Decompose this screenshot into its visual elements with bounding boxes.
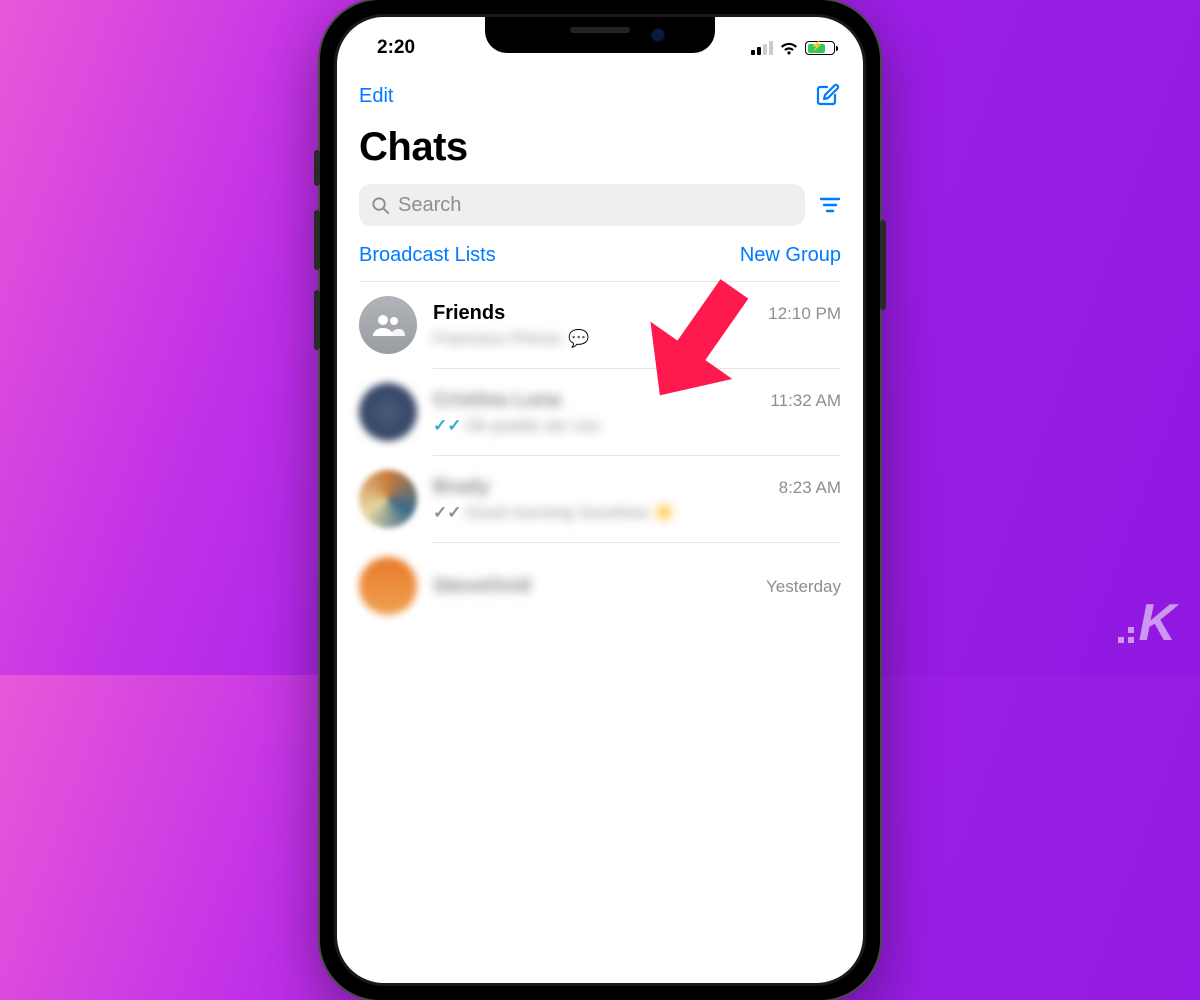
chat-preview: ✓✓Good morning Sunshine ☀️ (433, 503, 841, 523)
chat-name: Cristina Luna (433, 389, 561, 412)
chat-row[interactable]: Brady 8:23 AM ✓✓Good morning Sunshine ☀️ (359, 456, 841, 542)
watermark-logo: K (1118, 593, 1174, 653)
read-checkmarks-icon: ✓✓ (433, 416, 462, 436)
status-time: 2:20 (365, 37, 415, 59)
avatar (359, 470, 417, 528)
chat-time: 8:23 AM (779, 478, 841, 498)
search-icon (371, 196, 390, 215)
phone-screen: 2:20 Edit Chats (337, 17, 863, 983)
chat-row-friends[interactable]: Friends 12:10 PM Francisco Prince: 💬 (359, 282, 841, 368)
volume-up-button (314, 210, 320, 270)
mute-switch (314, 150, 320, 186)
search-placeholder: Search (398, 194, 461, 217)
chat-row[interactable]: Cristina Luna 11:32 AM ✓✓Ok puedo ser co… (359, 369, 841, 455)
cellular-signal-icon (751, 41, 773, 55)
filter-icon[interactable] (819, 196, 841, 214)
chat-name: SteveOvid (433, 575, 531, 598)
new-group-button[interactable]: New Group (740, 244, 841, 267)
front-camera-icon (651, 28, 665, 42)
notch (485, 17, 715, 53)
chat-list: Friends 12:10 PM Francisco Prince: 💬 (359, 282, 841, 629)
chat-name: Friends (433, 302, 505, 325)
avatar (359, 383, 417, 441)
page-title: Chats (359, 125, 841, 170)
delivered-checkmarks-icon: ✓✓ (433, 503, 462, 523)
power-button (880, 220, 886, 310)
chat-preview: ✓✓Ok puedo ser coo (433, 416, 841, 436)
phone-frame: 2:20 Edit Chats (320, 0, 880, 1000)
chat-time: 12:10 PM (768, 304, 841, 324)
wifi-icon (779, 41, 799, 56)
chat-preview: Francisco Prince: 💬 (433, 329, 841, 349)
broadcast-lists-button[interactable]: Broadcast Lists (359, 244, 496, 267)
chat-name: Brady (433, 476, 490, 499)
chat-time: Yesterday (766, 577, 841, 597)
chat-row[interactable]: SteveOvid Yesterday (359, 543, 841, 629)
battery-charging-icon (805, 41, 835, 55)
group-avatar-icon (359, 296, 417, 354)
search-input[interactable]: Search (359, 184, 805, 226)
edit-button[interactable]: Edit (359, 85, 393, 108)
compose-icon[interactable] (815, 83, 841, 109)
volume-down-button (314, 290, 320, 350)
chat-time: 11:32 AM (770, 391, 841, 411)
avatar (359, 557, 417, 615)
